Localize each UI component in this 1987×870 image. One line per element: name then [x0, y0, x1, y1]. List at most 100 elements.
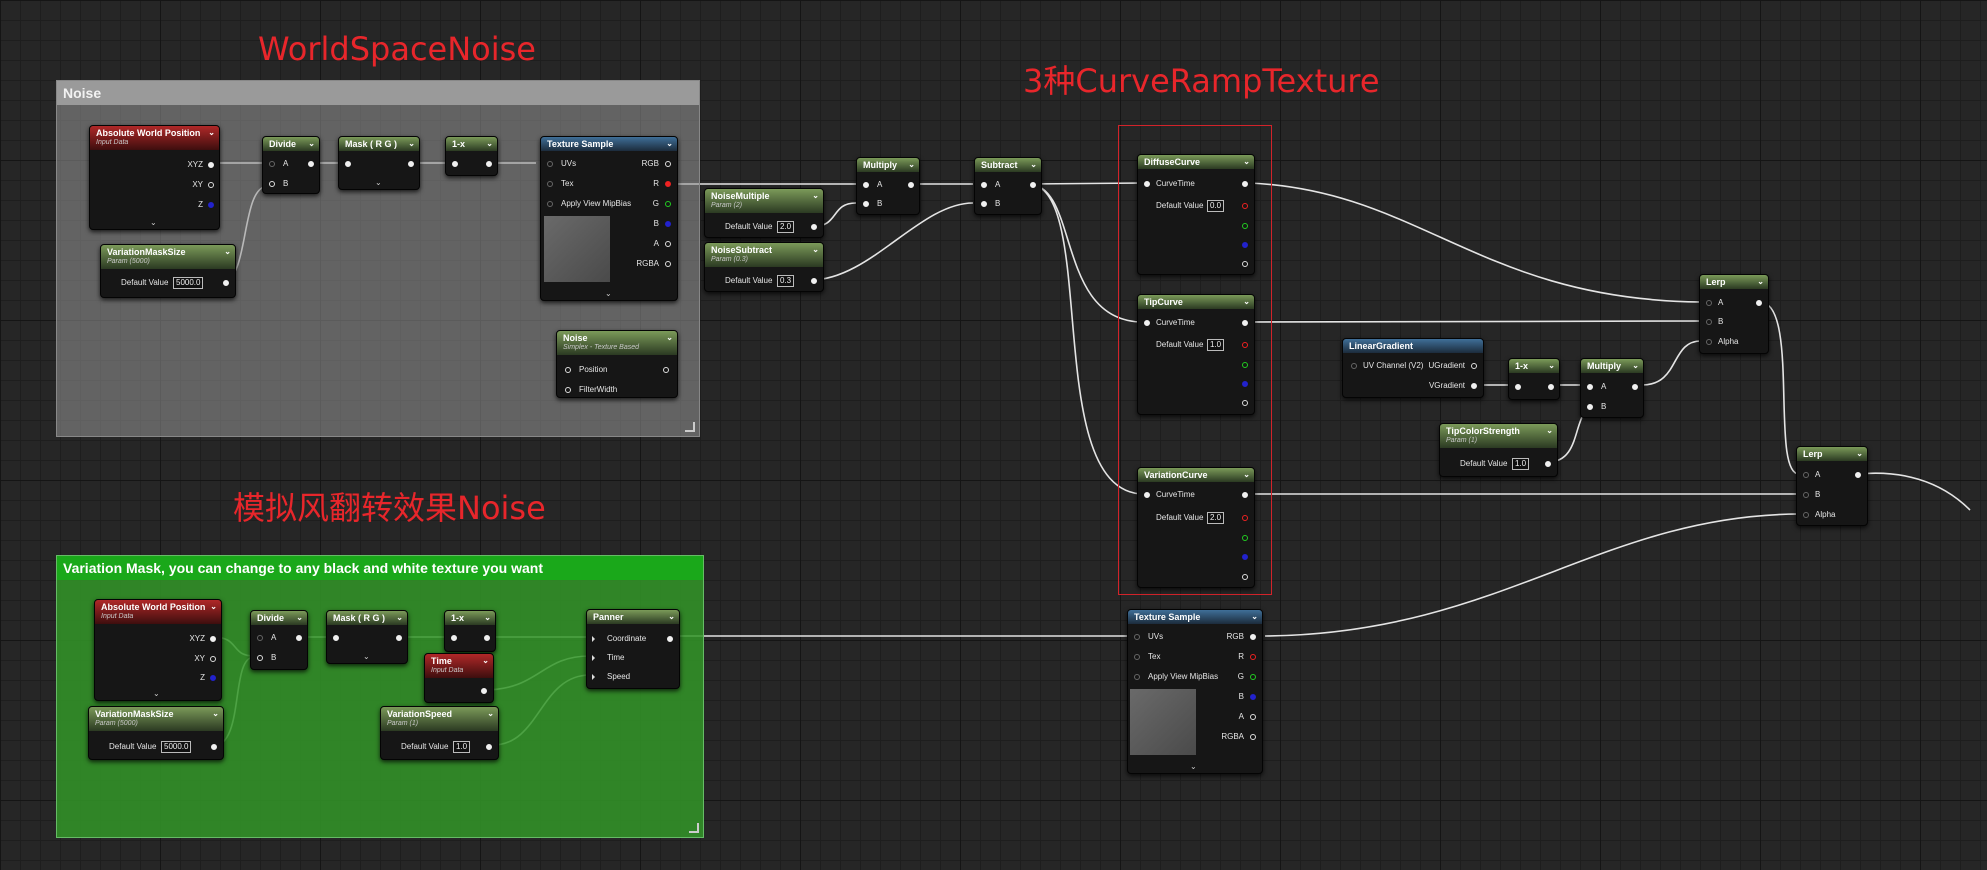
output-pin[interactable] — [665, 181, 671, 187]
chevron-down-icon[interactable]: ⌄ — [1243, 295, 1250, 309]
default-value-input[interactable]: 1.0 — [1512, 458, 1530, 470]
expand-chevron-icon[interactable]: ⌄ — [605, 289, 612, 298]
expand-chevron-icon[interactable]: ⌄ — [375, 178, 382, 187]
output-pin[interactable] — [663, 367, 669, 373]
divide-node[interactable]: Divide ⌄ A B — [262, 136, 320, 194]
chevron-down-icon[interactable]: ⌄ — [212, 707, 219, 721]
variation-speed-node[interactable]: VariationSpeed Param (1) ⌄ Default Value 1… — [380, 706, 499, 760]
chevron-down-icon[interactable]: ⌄ — [308, 137, 315, 151]
input-pin[interactable] — [863, 201, 869, 207]
chevron-down-icon[interactable]: ⌄ — [396, 611, 403, 625]
input-pin[interactable] — [1134, 654, 1140, 660]
output-pin[interactable] — [1250, 714, 1256, 720]
output-pin[interactable] — [1242, 400, 1248, 406]
mask-rg-node-2[interactable]: Mask ( R G ) ⌄ ⌄ — [326, 610, 408, 664]
output-pin[interactable] — [210, 636, 216, 642]
chevron-down-icon[interactable]: ⌄ — [666, 331, 673, 345]
input-pin[interactable] — [1587, 404, 1593, 410]
output-pin[interactable] — [1242, 342, 1248, 348]
output-pin[interactable] — [208, 202, 214, 208]
output-pin[interactable] — [481, 688, 487, 694]
expand-chevron-icon[interactable]: ⌄ — [363, 652, 370, 661]
resize-grip-icon[interactable] — [685, 422, 695, 432]
chevron-down-icon[interactable]: ⌄ — [812, 189, 819, 203]
output-pin[interactable] — [1471, 363, 1477, 369]
input-pin[interactable] — [1351, 363, 1357, 369]
output-pin[interactable] — [665, 201, 671, 207]
output-pin[interactable] — [1250, 654, 1256, 660]
input-pin[interactable] — [1587, 384, 1593, 390]
expand-chevron-icon[interactable]: ⌄ — [150, 218, 157, 227]
default-value-input[interactable]: 0.0 — [1207, 200, 1225, 212]
output-pin[interactable] — [486, 161, 492, 167]
output-pin[interactable] — [1242, 261, 1248, 267]
output-pin[interactable] — [1242, 362, 1248, 368]
output-pin[interactable] — [1242, 223, 1248, 229]
lerp-node-1[interactable]: Lerp ⌄ A B Alpha — [1699, 274, 1769, 354]
output-pin[interactable] — [1250, 674, 1256, 680]
resize-grip-icon[interactable] — [689, 823, 699, 833]
lerp-node-2[interactable]: Lerp ⌄ A B Alpha — [1796, 446, 1868, 526]
chevron-down-icon[interactable]: ⌄ — [812, 243, 819, 257]
noise-function-node[interactable]: Noise Simplex - Texture Based ⌄ Position F… — [556, 330, 678, 398]
output-pin[interactable] — [665, 161, 671, 167]
chevron-down-icon[interactable]: ⌄ — [224, 245, 231, 259]
output-pin[interactable] — [1242, 515, 1248, 521]
output-pin[interactable] — [1545, 461, 1551, 467]
tip-curve-node[interactable]: TipCurve ⌄ CurveTime Default Value 1.0 — [1137, 294, 1255, 415]
expand-chevron-icon[interactable]: ⌄ — [153, 689, 160, 698]
input-pin[interactable] — [547, 161, 553, 167]
output-pin[interactable] — [1242, 535, 1248, 541]
input-pin[interactable] — [1144, 492, 1150, 498]
default-value-input[interactable]: 1.0 — [453, 741, 471, 753]
output-pin[interactable] — [1250, 634, 1256, 640]
output-pin[interactable] — [1855, 472, 1861, 478]
output-pin[interactable] — [210, 675, 216, 681]
chevron-down-icon[interactable]: ⌄ — [1546, 424, 1553, 438]
tip-color-strength-node[interactable]: TipColorStrength Param (1) ⌄ Default Value… — [1439, 423, 1558, 477]
default-value-input[interactable]: 5000.0 — [173, 277, 204, 289]
input-pin[interactable] — [269, 181, 275, 187]
multiply-node-2[interactable]: Multiply ⌄ A B — [1580, 358, 1644, 418]
output-pin[interactable] — [1242, 181, 1248, 187]
output-pin[interactable] — [1250, 694, 1256, 700]
chevron-down-icon[interactable]: ⌄ — [668, 610, 675, 624]
output-pin[interactable] — [811, 278, 817, 284]
input-pin[interactable] — [1706, 339, 1712, 345]
output-pin[interactable] — [296, 635, 302, 641]
chevron-down-icon[interactable]: ⌄ — [666, 137, 673, 151]
chevron-down-icon[interactable]: ⌄ — [1030, 158, 1037, 172]
input-pin[interactable] — [547, 201, 553, 207]
expand-chevron-icon[interactable]: ⌄ — [1190, 762, 1197, 771]
output-pin[interactable] — [208, 162, 214, 168]
output-pin[interactable] — [486, 744, 492, 750]
chevron-down-icon[interactable]: ⌄ — [210, 600, 217, 614]
default-value-input[interactable]: 2.0 — [1207, 512, 1225, 524]
input-pin[interactable] — [1144, 181, 1150, 187]
variation-curve-node[interactable]: VariationCurve ⌄ CurveTime Default Value … — [1137, 467, 1255, 588]
chevron-down-icon[interactable]: ⌄ — [484, 611, 491, 625]
input-pin[interactable] — [1803, 492, 1809, 498]
chevron-down-icon[interactable]: ⌄ — [908, 158, 915, 172]
input-pin[interactable] — [257, 655, 263, 661]
output-pin[interactable] — [1030, 182, 1036, 188]
output-pin[interactable] — [665, 221, 671, 227]
texture-sample-node-2[interactable]: Texture Sample ⌄ UVs Tex Apply View MipBi… — [1127, 609, 1263, 774]
chevron-down-icon[interactable]: ⌄ — [296, 611, 303, 625]
output-pin[interactable] — [665, 261, 671, 267]
chevron-down-icon[interactable]: ⌄ — [408, 137, 415, 151]
chevron-down-icon[interactable]: ⌄ — [1856, 447, 1863, 461]
output-pin[interactable] — [484, 635, 490, 641]
output-pin[interactable] — [223, 280, 229, 286]
input-pin[interactable] — [565, 367, 571, 373]
output-pin[interactable] — [1756, 300, 1762, 306]
default-value-input[interactable]: 0.3 — [777, 275, 795, 287]
variation-mask-size-node[interactable]: VariationMaskSize Param (5000) ⌄ Default V… — [100, 244, 236, 298]
input-pin[interactable] — [1706, 319, 1712, 325]
input-pin[interactable] — [1706, 300, 1712, 306]
default-value-input[interactable]: 2.0 — [777, 221, 795, 233]
input-pin[interactable] — [981, 182, 987, 188]
one-minus-node-right[interactable]: 1-x ⌄ — [1508, 358, 1560, 400]
diffuse-curve-node[interactable]: DiffuseCurve ⌄ CurveTime Default Value 0.… — [1137, 154, 1255, 275]
divide-node-2[interactable]: Divide ⌄ A B — [250, 610, 308, 670]
